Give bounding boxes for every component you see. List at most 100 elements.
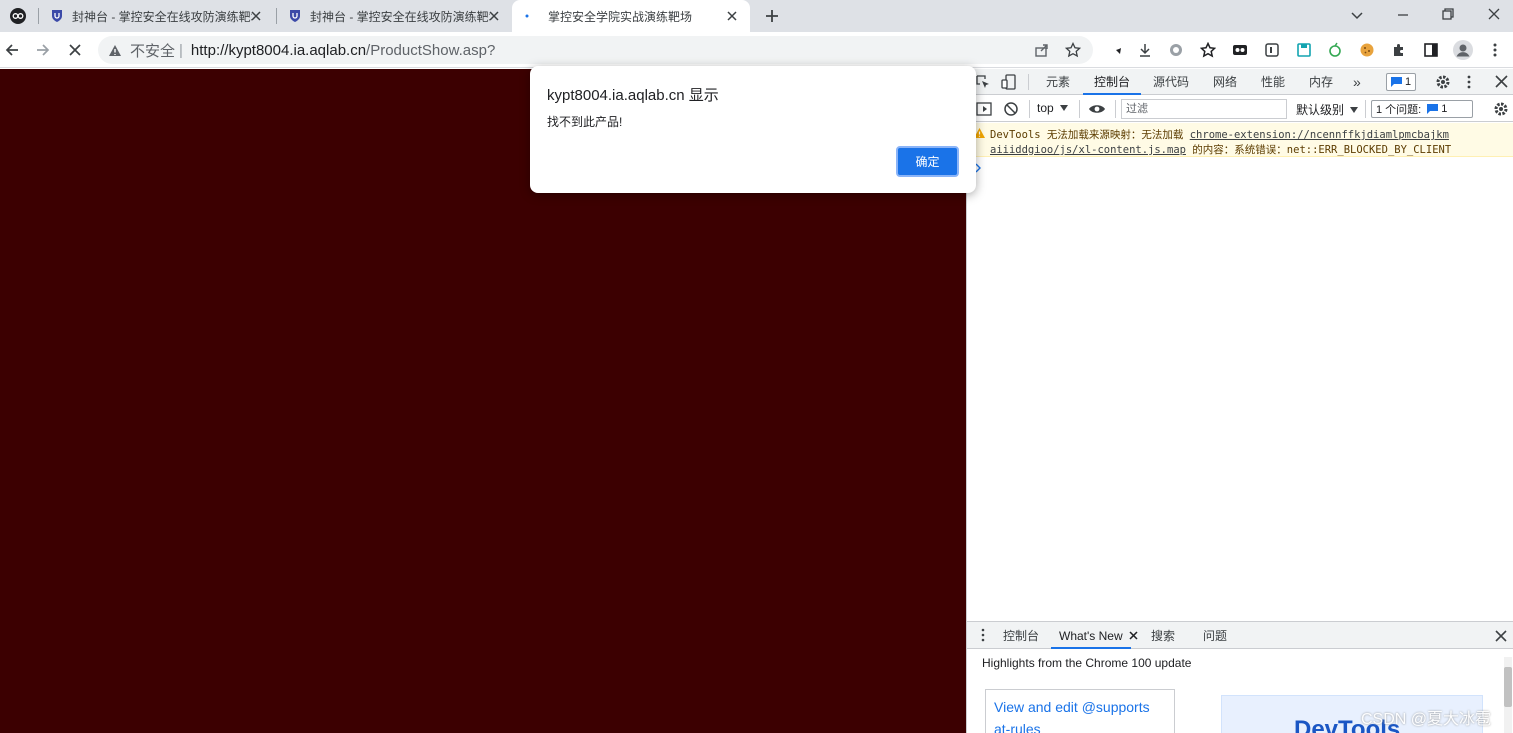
close-drawer-icon[interactable] [1495,630,1507,642]
close-icon[interactable] [724,8,740,24]
drawer-tab-search[interactable]: 搜索 [1151,623,1175,649]
issues-count-button[interactable]: 1 个问题: 1 [1371,100,1473,118]
tab-title: 封神台 - 掌控安全在线攻防演练靶场 [72,9,252,24]
new-tab-button[interactable] [763,7,781,25]
profile-icon[interactable] [10,8,26,24]
tab-performance[interactable]: 性能 [1261,69,1285,95]
inspect-element-icon[interactable] [975,74,991,90]
warning-link-2[interactable]: aiiiddgioo/js/xl-content.js.map [990,144,1186,156]
feature-card-link[interactable]: View and edit @supports at-rules [994,699,1150,733]
console-toolbar: top 过滤 默认级别 1 个问题: 1 [967,96,1513,122]
message-icon [1391,77,1402,87]
tab-title: 掌控安全学院实战演练靶场 [548,9,693,24]
whats-new-highlights: Highlights from the Chrome 100 update [982,656,1192,670]
close-devtools-icon[interactable] [1495,75,1508,88]
tab-2[interactable]: 封神台 - 掌控安全在线攻防演练靶场 [280,0,512,32]
url-path: /ProductShow.asp? [366,41,496,59]
profile-avatar[interactable] [1453,40,1473,60]
filter-placeholder: 过滤 [1126,103,1148,115]
tab-network[interactable]: 网络 [1213,69,1237,95]
message-icon [1427,104,1439,114]
address-separator: | [179,41,183,59]
sidebar-toggle-icon[interactable] [976,101,992,117]
drawer-tabbar: 控制台 What's New 搜索 问题 [967,621,1513,649]
device-toolbar-icon[interactable] [1001,74,1017,90]
tab-memory[interactable]: 内存 [1309,69,1333,95]
warning-prefix: DevTools 无法加载来源映射：无法加载 [990,129,1184,141]
devtools-tabbar: 元素 控制台 源代码 网络 性能 内存 » 1 [967,69,1513,95]
console-filter-input[interactable]: 过滤 [1121,99,1287,119]
live-expression-eye-icon[interactable] [1088,102,1106,116]
drawer-menu-icon[interactable] [981,628,985,642]
context-selector[interactable]: top [1037,101,1068,115]
close-icon[interactable] [248,8,264,24]
url-host: http://kypt8004.ia.aqlab.cn [190,41,367,59]
feature-card[interactable]: View and edit @supports at-rules [985,689,1175,733]
devtools-panel: 元素 控制台 源代码 网络 性能 内存 » 1 top 过滤 默认级别 1 个问… [966,69,1513,733]
warning-suffix: 的内容：系统错误：net::ERR_BLOCKED_BY_CLIENT [1192,144,1452,156]
drawer-scrollbar[interactable] [1504,657,1512,733]
issues-count: 1 [1441,103,1448,115]
bookmark-star-icon[interactable] [1063,40,1083,60]
alert-ok-button[interactable]: 确定 [896,146,959,177]
share-icon[interactable] [1032,40,1052,60]
extension-save-icon[interactable] [1294,40,1314,60]
alert-title: kypt8004.ia.aqlab.cn 显示 [547,87,719,104]
tab-console[interactable]: 控制台 [1083,69,1142,95]
watermark: CSDN @夏大冰雹 [1361,711,1492,728]
warning-line-1: DevTools 无法加载来源映射：无法加载 chrome-extension:… [990,127,1449,142]
close-window-button[interactable] [1487,7,1501,21]
tab-strip: 封神台 - 掌控安全在线攻防演练靶场 封神台 - 掌控安全在线攻防演练靶场 掌控… [0,0,1513,32]
alert-message: 找不到此产品! [547,115,623,129]
close-tab-icon[interactable] [1129,631,1138,640]
stop-loading-button[interactable] [65,40,85,60]
shield-icon [50,9,64,23]
drawer-tab-whats-new[interactable]: What's New [1051,623,1131,649]
forward-button[interactable] [33,40,53,60]
extension-apple-icon[interactable] [1325,40,1345,60]
settings-gear-icon[interactable] [1435,74,1451,90]
devtools-menu-icon[interactable] [1467,74,1471,90]
tab-3-active[interactable]: 掌控安全学院实战演练靶场 [512,0,750,32]
tab-1[interactable]: 封神台 - 掌控安全在线攻防演练靶场 [42,0,274,32]
log-level-selector[interactable]: 默认级别 [1296,101,1359,118]
browser-toolbar: 不安全 | http://kypt8004.ia.aqlab.cn/Produc… [0,32,1513,68]
extension-circle-icon[interactable] [1166,40,1186,60]
console-settings-gear-icon[interactable] [1493,101,1509,117]
tab-elements[interactable]: 元素 [1046,69,1070,95]
extension-cookie-icon[interactable] [1357,40,1377,60]
tab-title: 封神台 - 掌控安全在线攻防演练靶场 [310,9,490,24]
drawer-tab-issues[interactable]: 问题 [1203,623,1227,649]
issues-badge[interactable]: 1 [1386,73,1417,91]
back-button[interactable] [2,40,22,60]
issues-label: 1 个问题: [1376,104,1422,116]
context-value: top [1037,101,1054,115]
side-panel-icon[interactable] [1421,40,1441,60]
security-label[interactable]: 不安全 [130,40,175,61]
drawer-tab-whats-new-label: What's New [1059,629,1123,643]
extension-eyes-icon[interactable] [1230,40,1250,60]
extension-back-icon[interactable] [1103,40,1123,60]
issues-badge-count: 1 [1405,76,1412,88]
address-bar[interactable]: 不安全 | http://kypt8004.ia.aqlab.cn/Produc… [98,36,1093,64]
extension-reader-icon[interactable] [1262,40,1282,60]
download-icon[interactable] [1135,40,1155,60]
alert-dialog: kypt8004.ia.aqlab.cn 显示 找不到此产品! 确定 [530,66,976,193]
close-icon[interactable] [486,8,502,24]
warning-line-2: aiiiddgioo/js/xl-content.js.map 的内容：系统错误… [990,142,1451,157]
tab-search-icon[interactable] [1350,8,1364,22]
drawer-tab-console[interactable]: 控制台 [1003,623,1039,649]
warning-link-1[interactable]: chrome-extension://ncennffkjdiamlpmcbajk… [1190,129,1449,141]
more-tabs-button[interactable]: » [1353,69,1361,95]
menu-kebab-icon[interactable] [1485,40,1505,60]
minimize-button[interactable] [1396,8,1410,22]
console-warning-message: DevTools 无法加载来源映射：无法加载 chrome-extension:… [967,123,1513,157]
maximize-button[interactable] [1441,7,1455,21]
scrollbar-thumb[interactable] [1504,667,1512,707]
shield-icon [288,9,302,23]
warning-icon[interactable] [108,44,122,57]
tab-sources[interactable]: 源代码 [1153,69,1189,95]
clear-console-icon[interactable] [1003,101,1019,117]
extension-star-icon[interactable] [1198,40,1218,60]
extensions-puzzle-icon[interactable] [1389,40,1409,60]
